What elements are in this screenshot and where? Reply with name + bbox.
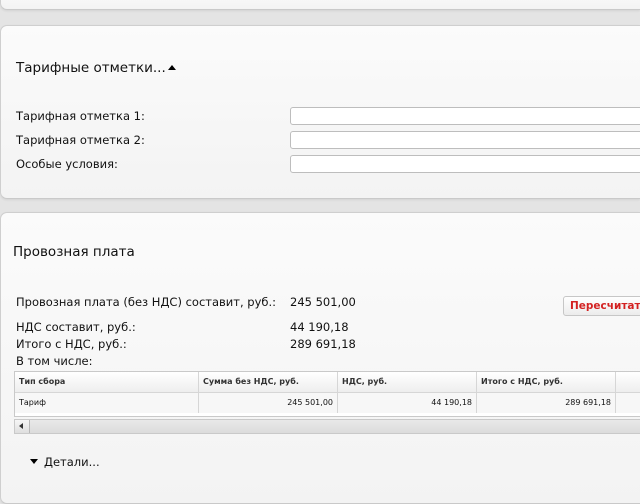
charges-table: Тип сбора Сумма без НДС, руб. НДС, руб. …	[14, 371, 640, 417]
special-conditions-label: Особые условия:	[16, 157, 118, 171]
tariff-mark-2-label: Тарифная отметка 2:	[16, 133, 145, 147]
special-conditions-input[interactable]	[290, 155, 640, 173]
cell-amount-no-vat: 245 501,00	[199, 393, 338, 413]
tariff-mark-2-input[interactable]	[290, 131, 640, 149]
tariff-mark-1-label: Тарифная отметка 1:	[16, 109, 145, 123]
including-label: В том числе:	[16, 354, 93, 368]
column-header-total-with-vat[interactable]: Итого с НДС, руб.	[477, 372, 616, 392]
vat-label: НДС составит, руб.:	[16, 320, 136, 334]
column-header-charge-type[interactable]: Тип сбора	[15, 372, 199, 392]
cell-spacer	[616, 393, 640, 413]
tariff-mark-1-input[interactable]	[290, 107, 640, 125]
total-with-vat-label: Итого с НДС, руб.:	[16, 337, 127, 351]
table-row[interactable]: Тариф 245 501,00 44 190,18 289 691,18	[15, 393, 640, 413]
table-horizontal-scrollbar[interactable]	[14, 419, 640, 434]
details-label: Детали...	[44, 455, 100, 469]
tariff-marks-title: Тарифные отметки...	[16, 60, 166, 76]
details-toggle[interactable]: Детали...	[30, 455, 100, 469]
vat-value: 44 190,18	[290, 320, 349, 334]
cell-vat: 44 190,18	[338, 393, 477, 413]
column-header-vat[interactable]: НДС, руб.	[338, 372, 477, 392]
top-panel-edge	[0, 0, 640, 10]
caret-down-icon	[30, 459, 38, 464]
column-header-spacer	[616, 372, 640, 392]
freight-title: Провозная плата	[13, 244, 135, 260]
caret-up-icon	[167, 65, 176, 70]
freight-no-vat-value: 245 501,00	[290, 295, 356, 309]
column-header-amount-no-vat[interactable]: Сумма без НДС, руб.	[199, 372, 338, 392]
cell-charge-type: Тариф	[15, 393, 199, 413]
recalculate-button[interactable]: Пересчитать	[563, 296, 640, 316]
cell-total-with-vat: 289 691,18	[477, 393, 616, 413]
freight-no-vat-label: Провозная плата (без НДС) составит, руб.…	[16, 295, 277, 309]
total-with-vat-value: 289 691,18	[290, 337, 356, 351]
tariff-marks-toggle[interactable]: Тарифные отметки...	[16, 60, 176, 76]
scroll-left-arrow-icon[interactable]	[15, 420, 30, 433]
table-header-row: Тип сбора Сумма без НДС, руб. НДС, руб. …	[15, 372, 640, 393]
